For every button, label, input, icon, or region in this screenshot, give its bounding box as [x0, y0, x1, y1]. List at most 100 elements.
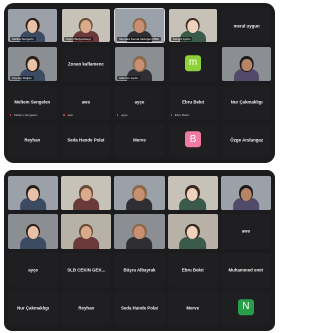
participant-name-label: Yeşim Beliya Eseyi: [63, 37, 93, 42]
participant-face: [240, 187, 252, 201]
participant-tile[interactable]: Mahmut Aydın: [115, 47, 164, 81]
participant-video: [232, 179, 260, 211]
participant-name: Nur Çakmaklıgı: [17, 305, 50, 311]
participant-tile[interactable]: ayçe: [8, 252, 59, 287]
participant-name-label: Ebru Bekıt: [174, 112, 189, 117]
participant-video: [72, 179, 100, 211]
participant-name-label: ayçe: [121, 112, 128, 117]
participant-name: Merve: [186, 305, 200, 311]
participant-name-label: Mahmut Aydın: [117, 75, 141, 80]
participant-face: [26, 58, 38, 72]
participant-name: SLB CEKIN GEK...: [67, 267, 106, 273]
participant-tile[interactable]: Nur Çakmaklıgı: [8, 290, 59, 325]
participant-face: [187, 225, 199, 239]
participant-tile[interactable]: Seda Hande Polat: [61, 123, 111, 157]
participant-name: Seda Hande Polat: [120, 305, 159, 311]
participant-face: [80, 20, 92, 33]
participant-avatar: m: [185, 55, 202, 72]
participant-tile[interactable]: Özge Arslangaz: [222, 123, 271, 157]
participant-video: [233, 50, 260, 81]
participant-tile[interactable]: ayçe ayçe: [115, 85, 164, 119]
participant-name: aws: [81, 99, 91, 105]
participant-name: Muhammed emir: [228, 267, 264, 273]
participant-tile[interactable]: Merve: [115, 123, 164, 157]
participant-face: [27, 225, 39, 239]
participant-tile[interactable]: [114, 176, 165, 211]
participant-video: [19, 217, 47, 249]
participant-face: [134, 225, 145, 239]
participant-name: Ebru Bekıt: [181, 267, 204, 273]
mic-muted-icon: [116, 113, 119, 118]
participant-avatar: N: [237, 299, 254, 316]
participant-name: ayçe: [28, 267, 38, 273]
participant-tile[interactable]: [220, 176, 271, 211]
meeting-screen-1: Meliha Sungurlu Yeşim Beliya Eseyi Mustafa…: [4, 3, 275, 163]
participant-name: Reyhan: [24, 137, 41, 143]
participant-face: [241, 58, 252, 72]
participant-tile[interactable]: m: [168, 47, 218, 81]
participant-face: [134, 20, 145, 33]
participant-tile[interactable]: meral uygun: [222, 9, 271, 43]
participant-tile[interactable]: Meltem Sengelen Meltem Sengelen: [8, 85, 57, 119]
participant-tile[interactable]: Muhammed emir: [220, 252, 271, 287]
participant-tile[interactable]: Zeynep Doğan: [8, 47, 57, 81]
participant-tile[interactable]: N: [220, 290, 271, 325]
participant-name-label: Zeynep Doğan: [10, 75, 34, 80]
participant-face: [134, 58, 145, 72]
participant-tile[interactable]: aws aws: [61, 85, 111, 119]
participant-tile[interactable]: [222, 47, 271, 81]
participant-face: [134, 187, 145, 201]
participant-name: Büşra Albayrak: [123, 267, 156, 273]
participant-tile[interactable]: [167, 176, 218, 211]
participant-tile[interactable]: Ebru Bekıt: [167, 252, 218, 287]
participant-video: [126, 217, 154, 249]
participant-tile[interactable]: [61, 214, 112, 249]
participant-tile[interactable]: [8, 214, 59, 249]
participant-name: Zonan kaflamenc: [67, 61, 104, 67]
participant-name: Özge Arslangaz: [230, 137, 264, 143]
participant-name-label: Cengiz Aydın: [170, 37, 193, 42]
participant-name-label: Meliha Sungurlu: [10, 37, 36, 42]
participant-name: meral uygun: [233, 23, 260, 29]
participant-tile[interactable]: Zonan kaflamenc: [61, 47, 111, 81]
participant-avatar: B: [185, 131, 202, 148]
participant-tile[interactable]: Ebru Bekıt Ebru Bekıt: [168, 85, 218, 119]
participant-tile[interactable]: Mustafa Kemal Akdoğan MBA: [114, 7, 165, 44]
mic-muted-icon: [170, 113, 173, 118]
participant-tile[interactable]: SLB CEKIN GEK...: [61, 252, 112, 287]
participant-tile[interactable]: Nur Çakmaklıgı: [222, 85, 271, 119]
participant-face: [27, 187, 39, 201]
participant-name: aws: [241, 228, 251, 234]
participant-tile[interactable]: [61, 176, 112, 211]
participant-tile[interactable]: [167, 214, 218, 249]
participant-tile[interactable]: aws: [220, 214, 271, 249]
meeting-screen-2: aws ayçe SLB CEKIN GEK... Büşra Albayrak Ebr…: [4, 170, 275, 331]
participant-video: [126, 179, 154, 211]
participant-tile[interactable]: Büşra Albayrak: [114, 252, 165, 287]
mic-muted-icon: [9, 113, 12, 118]
participant-tile[interactable]: Merve: [167, 290, 218, 325]
participant-name-label: Meltem Sengelen: [14, 112, 38, 117]
participant-name: Reyhan: [78, 305, 95, 311]
participant-tile[interactable]: Reyhan: [8, 123, 57, 157]
participant-name-label: Mustafa Kemal Akdoğan MBA: [117, 37, 162, 42]
participant-video: [72, 217, 100, 249]
participant-name: Merve: [133, 137, 146, 143]
participant-video: [19, 179, 47, 211]
participant-tile[interactable]: B: [168, 123, 218, 157]
participant-name: Meltem Sengelen: [14, 99, 51, 105]
participant-name: Nur Çakmaklıgı: [230, 99, 263, 105]
participant-tile[interactable]: [8, 176, 59, 211]
participant-tile[interactable]: Reyhan: [61, 290, 112, 325]
participant-tile[interactable]: Seda Hande Polat: [114, 290, 165, 325]
participant-tile[interactable]: Yeşim Beliya Eseyi: [61, 9, 111, 43]
participant-face: [80, 187, 92, 201]
participant-face: [187, 20, 199, 33]
participant-tile[interactable]: Cengiz Aydın: [168, 9, 218, 43]
participant-name: Ebru Bekıt: [182, 99, 205, 105]
participant-video: [179, 179, 207, 211]
participant-tile[interactable]: Meliha Sungurlu: [8, 9, 57, 43]
participant-tile[interactable]: [114, 214, 165, 249]
participant-face: [80, 225, 92, 239]
participant-video: [179, 217, 207, 249]
